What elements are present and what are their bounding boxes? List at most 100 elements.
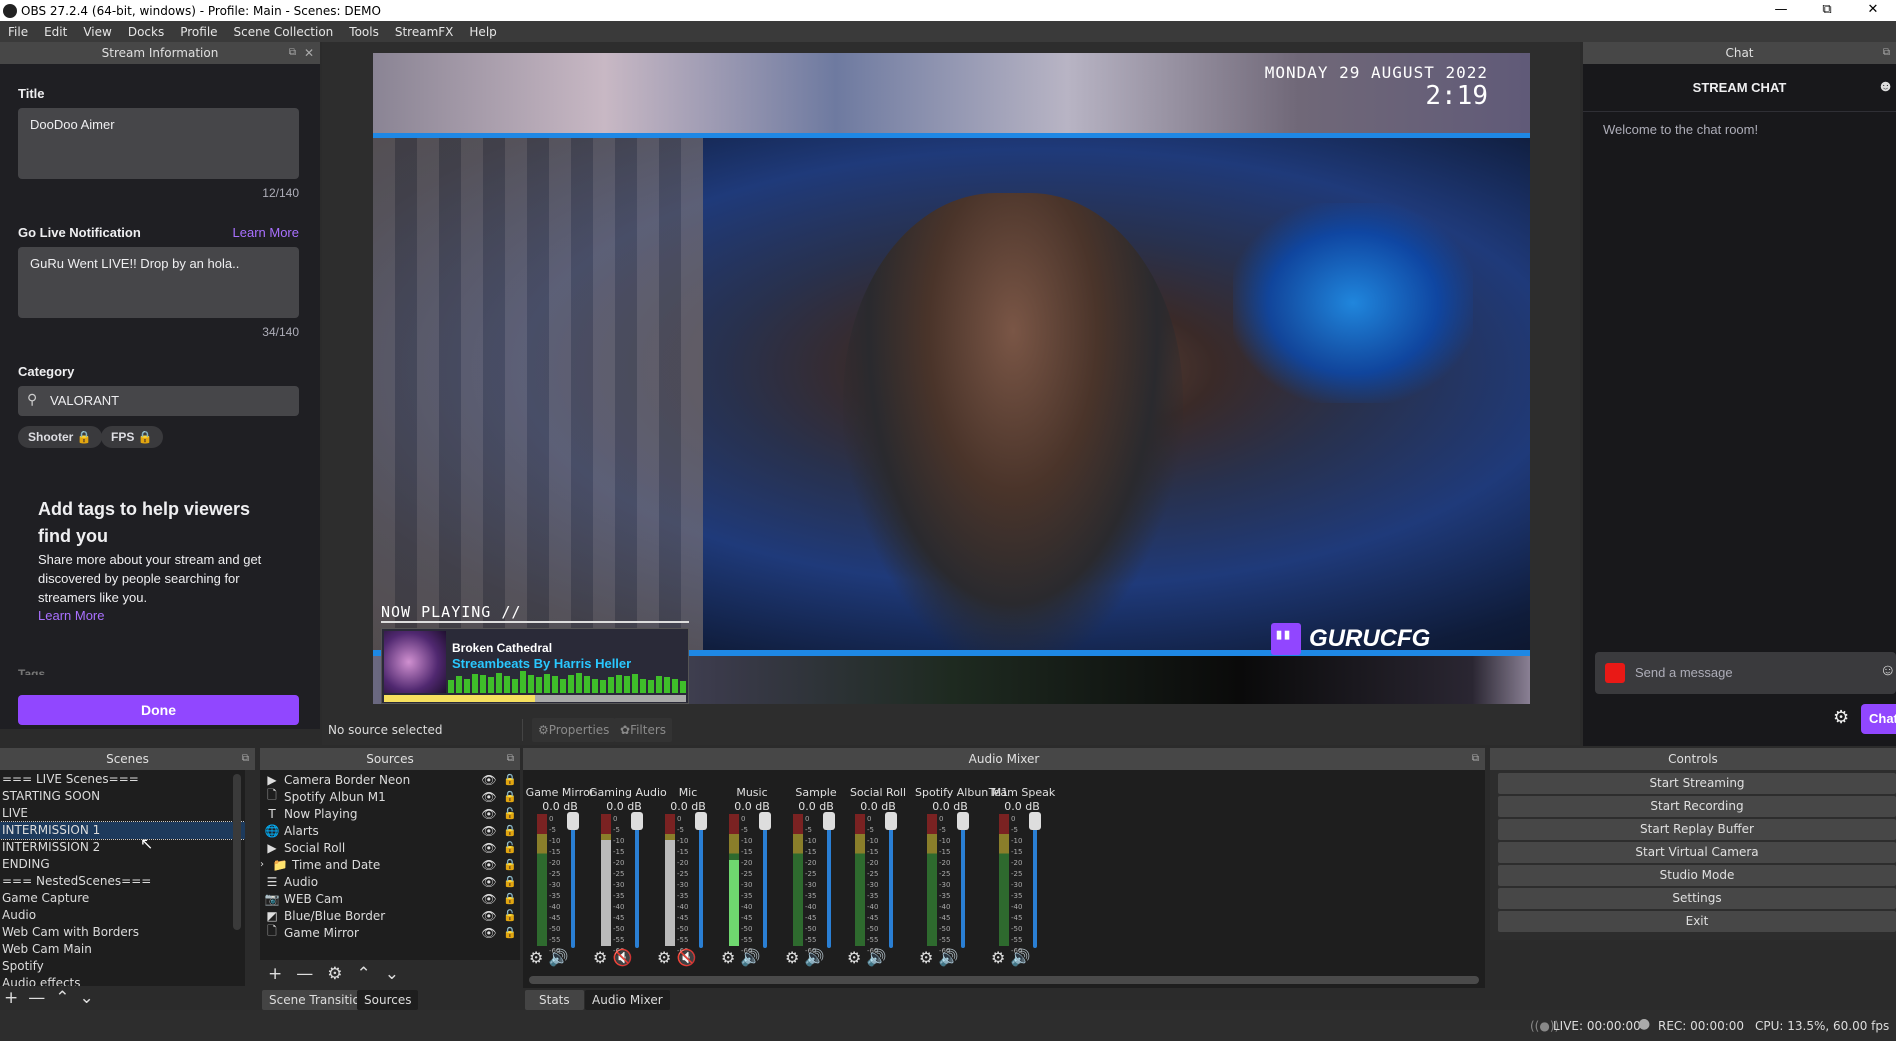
channel-settings-icon[interactable]: ⚙ [657,948,671,967]
volume-fader[interactable] [695,812,707,948]
scene-item[interactable]: Audio [0,907,245,924]
fader-knob[interactable] [567,812,579,830]
source-item[interactable]: ☰ Audio 👁 🔒 [260,873,520,890]
speaker-icon[interactable]: 🔊 [866,948,886,967]
done-button[interactable]: Done [18,695,299,725]
remove-scene-icon[interactable]: — [28,988,45,1008]
source-properties-icon[interactable]: ⚙ [327,964,342,984]
minimize-button[interactable]: — [1758,0,1804,21]
scene-item[interactable]: Web Cam Main [0,941,245,958]
expand-chevron-icon[interactable]: › [260,859,268,870]
source-item[interactable]: ◩ Blue/Blue Border 👁 🔓 [260,907,520,924]
notification-input[interactable]: GuRu Went LIVE!! Drop by an hola.. [18,247,299,318]
speaker-icon[interactable]: 🔊 [740,948,760,967]
menu-docks[interactable]: Docks [120,25,172,39]
speaker-icon[interactable]: 🔊 [1010,948,1030,967]
volume-fader[interactable] [567,812,579,948]
settings-button[interactable]: Settings [1498,888,1896,909]
scene-item[interactable]: === NestedScenes=== [0,873,245,890]
channel-settings-icon[interactable]: ⚙ [529,948,543,967]
unlock-icon[interactable]: 🔓 [500,841,520,854]
visibility-eye-icon[interactable]: 👁 [478,790,500,804]
title-input[interactable]: DooDoo Aimer [18,108,299,179]
volume-fader[interactable] [1029,812,1041,948]
lock-icon[interactable]: 🔒 [500,875,520,888]
fader-knob[interactable] [957,812,969,830]
visibility-eye-icon[interactable]: 👁 [478,926,500,940]
tab-stats[interactable]: Stats [525,990,584,1010]
visibility-eye-icon[interactable]: 👁 [478,824,500,838]
scenes-scrollbar[interactable] [233,774,241,930]
visibility-eye-icon[interactable]: 👁 [478,875,500,889]
studio-mode-button[interactable]: Studio Mode [1498,865,1896,886]
chat-settings-icon[interactable]: ⚙ [1833,707,1849,728]
source-item[interactable]: 🗋 Game Mirror 👁 🔒 [260,924,520,941]
source-item[interactable]: › 📁 Time and Date 👁 🔒 [260,856,520,873]
speaker-icon[interactable]: 🔊 [804,948,824,967]
menu-file[interactable]: File [0,25,36,39]
fader-knob[interactable] [759,812,771,830]
scene-item[interactable]: INTERMISSION 1 [0,821,245,840]
fader-knob[interactable] [631,812,643,830]
emoji-icon[interactable]: ☺ [1880,662,1896,680]
scene-item[interactable]: Game Capture [0,890,245,907]
tab-audio-mixer[interactable]: Audio Mixer [585,990,670,1010]
properties-button[interactable]: ⚙Properties [532,718,616,742]
visibility-eye-icon[interactable]: 👁 [478,909,500,923]
exit-button[interactable]: Exit [1498,911,1896,932]
source-item[interactable]: 🌐 Alarts 👁 🔒 [260,822,520,839]
menu-help[interactable]: Help [461,25,504,39]
muted-speaker-icon[interactable]: 🔇 [676,948,696,967]
channel-settings-icon[interactable]: ⚙ [991,948,1005,967]
muted-speaker-icon[interactable]: 🔇 [612,948,632,967]
source-item[interactable]: 🗋 Spotify Albun M1 👁 🔒 [260,788,520,805]
scene-item[interactable]: === LIVE Scenes=== [0,771,245,788]
scene-item[interactable]: ENDING [0,856,245,873]
source-item[interactable]: ▶ Camera Border Neon 👁 🔒 [260,771,520,788]
visibility-eye-icon[interactable]: 👁 [478,841,500,855]
menu-scene-collection[interactable]: Scene Collection [226,25,342,39]
float-dock-icon[interactable]: ⧉ [1883,42,1890,64]
restore-button[interactable]: ⧉ [1804,0,1850,21]
lock-icon[interactable]: 🔒 [500,892,520,905]
menu-view[interactable]: View [75,25,119,39]
tab-sources[interactable]: Sources [357,990,419,1010]
source-item[interactable]: 📷 WEB Cam 👁 🔒 [260,890,520,907]
mixer-scrollbar[interactable] [529,976,1479,984]
menu-tools[interactable]: Tools [341,25,387,39]
visibility-eye-icon[interactable]: 👁 [478,807,500,821]
scene-item[interactable]: LIVE [0,805,245,822]
close-dock-icon[interactable]: ✕ [304,42,314,64]
channel-settings-icon[interactable]: ⚙ [721,948,735,967]
lock-icon[interactable]: 🔒 [500,858,520,871]
volume-fader[interactable] [759,812,771,948]
start-recording-button[interactable]: Start Recording [1498,796,1896,817]
menu-edit[interactable]: Edit [36,25,75,39]
remove-source-icon[interactable]: — [296,964,313,984]
float-dock-icon[interactable]: ⧉ [242,748,249,770]
fader-knob[interactable] [1029,812,1041,830]
move-down-icon[interactable]: ⌄ [80,988,94,1008]
float-dock-icon[interactable]: ⧉ [507,748,514,770]
lock-icon[interactable]: 🔒 [500,773,520,786]
filters-button[interactable]: ✿Filters [614,718,673,742]
fader-knob[interactable] [695,812,707,830]
source-item[interactable]: T Now Playing 👁 🔓 [260,805,520,822]
move-up-icon[interactable]: ⌃ [357,964,371,984]
unlock-icon[interactable]: 🔓 [500,909,520,922]
source-item[interactable]: ▶ Social Roll 👁 🔓 [260,839,520,856]
add-source-icon[interactable]: + [268,964,282,984]
visibility-eye-icon[interactable]: 👁 [478,892,500,906]
scene-item[interactable]: INTERMISSION 2 [0,839,245,856]
program-preview[interactable]: MONDAY 29 AUGUST 2022 2:19 NOW PLAYING /… [373,53,1530,704]
channel-settings-icon[interactable]: ⚙ [919,948,933,967]
start-virtual-camera-button[interactable]: Start Virtual Camera [1498,842,1896,863]
visibility-eye-icon[interactable]: 👁 [478,858,500,872]
channel-settings-icon[interactable]: ⚙ [593,948,607,967]
tags-learn-more-link[interactable]: Learn More [38,608,104,623]
visibility-eye-icon[interactable]: 👁 [478,773,500,787]
users-icon[interactable]: ☻ [1877,78,1894,96]
float-dock-icon[interactable]: ⧉ [289,42,296,64]
lock-icon[interactable]: 🔒 [500,790,520,803]
scene-item[interactable]: Web Cam with Borders [0,924,245,941]
